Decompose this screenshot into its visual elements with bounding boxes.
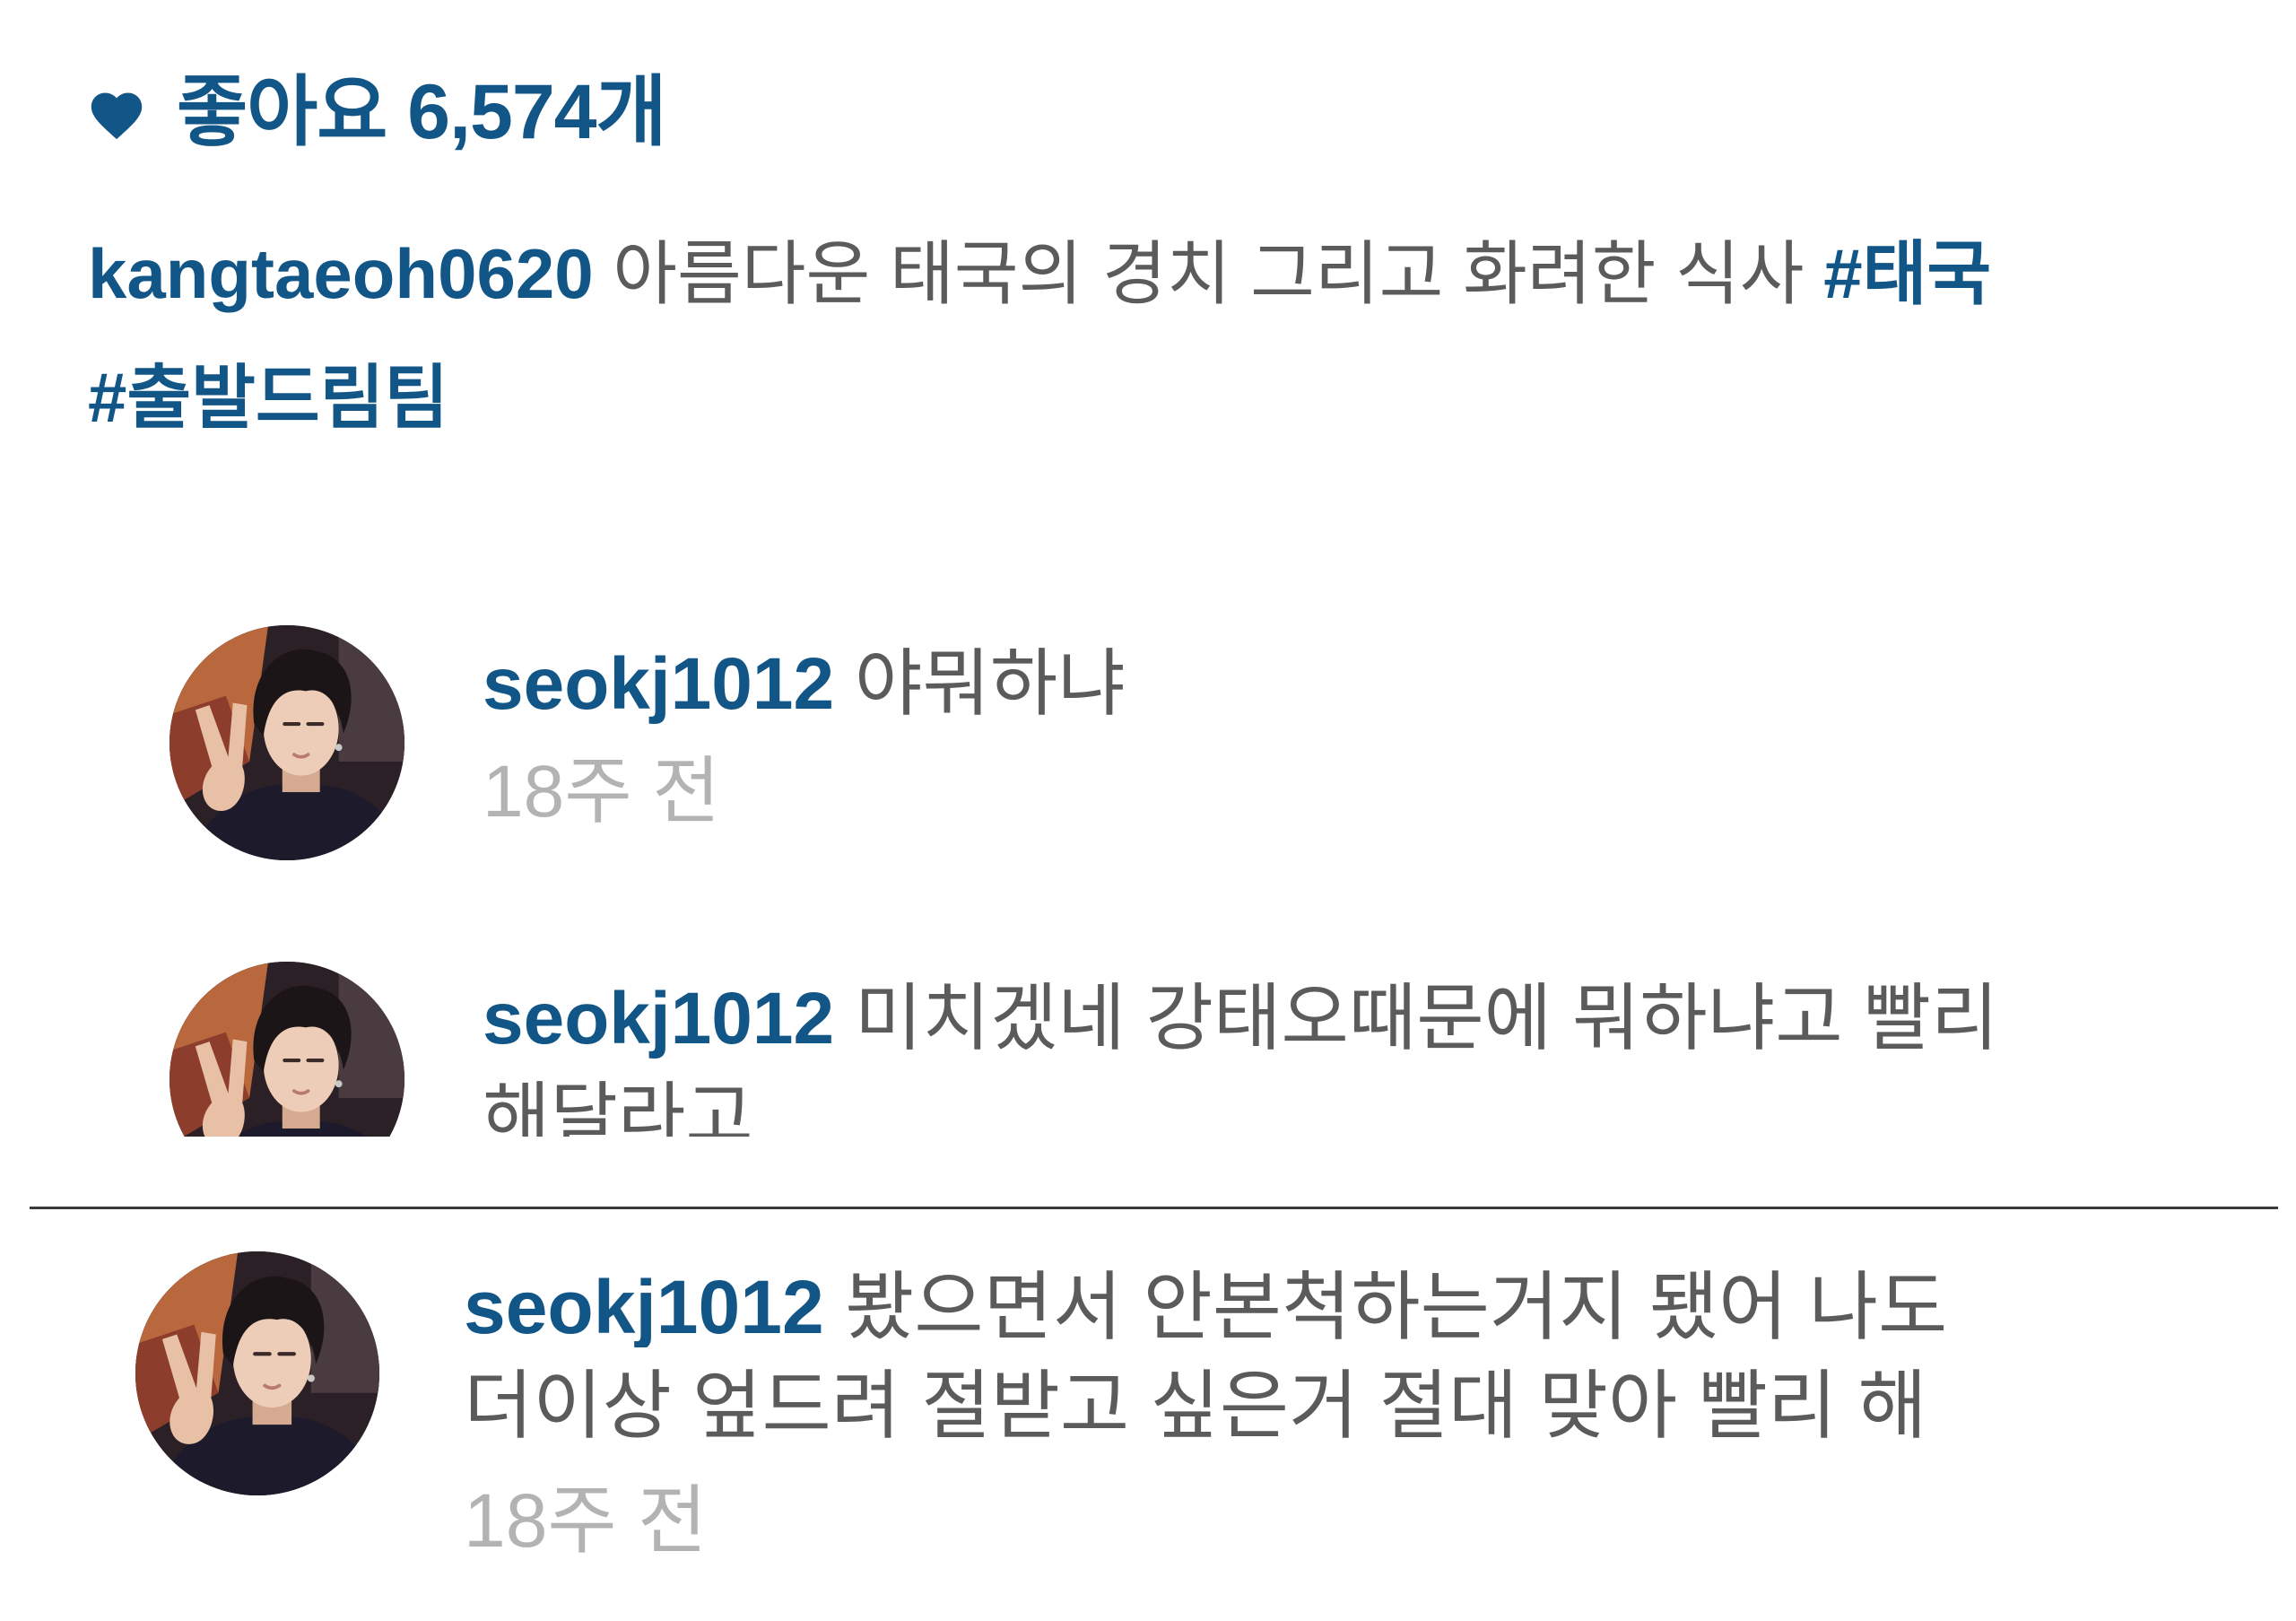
comment-text-continued: 해달라고 [483, 1077, 753, 1137]
post-details-section: 좋아요 6,574개 kangtaeoh0620 아름다운 태국의 경치 그리고… [0, 0, 2296, 1137]
avatar[interactable] [135, 1251, 379, 1495]
likes-count-link[interactable]: 좋아요 6,574개 [177, 72, 2278, 153]
avatar[interactable] [170, 625, 404, 860]
divider [30, 1207, 2278, 1209]
avatar[interactable] [170, 962, 404, 1137]
caption-text: 아름다운 태국의 경치 그리고 화려한 식사 [613, 234, 1805, 313]
comment: seokj1012 미치겠네 강태오때문에 뭐하냐고 빨리 해달라고 [0, 962, 2296, 1137]
heart-icon-graphic [91, 92, 143, 140]
avatar-image [135, 1251, 379, 1495]
comment-line: seokj1012 미치겠네 강태오때문에 뭐하냐고 빨리 [483, 979, 2278, 1059]
comment: seokj1012 봤으면서 안본척하는거지 됐어 나도 더이상 엎드려 절받고… [0, 1251, 2296, 1610]
comment-text: 야뭐하냐 [854, 644, 1126, 725]
hashtag-link[interactable]: #태국 [1823, 234, 1991, 313]
hashtag-link[interactable]: #출발드림팀 [88, 358, 448, 437]
comment-username-link[interactable]: seokj1012 [483, 979, 834, 1059]
avatar-image [170, 962, 404, 1137]
comments-section: seokj1012 봤으면서 안본척하는거지 됐어 나도 더이상 엎드려 절받고… [0, 1211, 2296, 1621]
comment-username-link[interactable]: seokj1012 [464, 1267, 824, 1347]
avatar-image [170, 625, 404, 860]
heart-icon [85, 85, 148, 141]
caption-username-link[interactable]: kangtaeoh0620 [88, 234, 594, 313]
comment-username-link[interactable]: seokj1012 [483, 644, 834, 725]
comment-text-continued: 더이상 엎드려 절받고 싶은거 절대 맞아 빨리 해 [464, 1365, 1927, 1446]
instagram-post-comments: 좋아요 6,574개 kangtaeoh0620 아름다운 태국의 경치 그리고… [0, 0, 2296, 1621]
likes-label: 좋아요 [177, 72, 387, 153]
comment-line: seokj1012 봤으면서 안본척하는거지 됐어 나도 [464, 1267, 2278, 1347]
likes-count: 6,574개 [407, 72, 666, 153]
comment: seokj1012 야뭐하냐 18주 전 [0, 625, 2296, 984]
comment-timestamp: 18주 전 [464, 1480, 708, 1561]
caption-line-1: kangtaeoh0620 아름다운 태국의 경치 그리고 화려한 식사 #태국 [88, 233, 2278, 314]
caption-line-2: #출발드림팀 [88, 357, 2278, 438]
comment-text: 미치겠네 강태오때문에 뭐하냐고 빨리 [854, 979, 1999, 1059]
comment-line: seokj1012 야뭐하냐 [483, 644, 2278, 725]
comment-timestamp: 18주 전 [483, 752, 720, 832]
comment-text: 봤으면서 안본척하는거지 됐어 나도 [845, 1267, 1948, 1347]
